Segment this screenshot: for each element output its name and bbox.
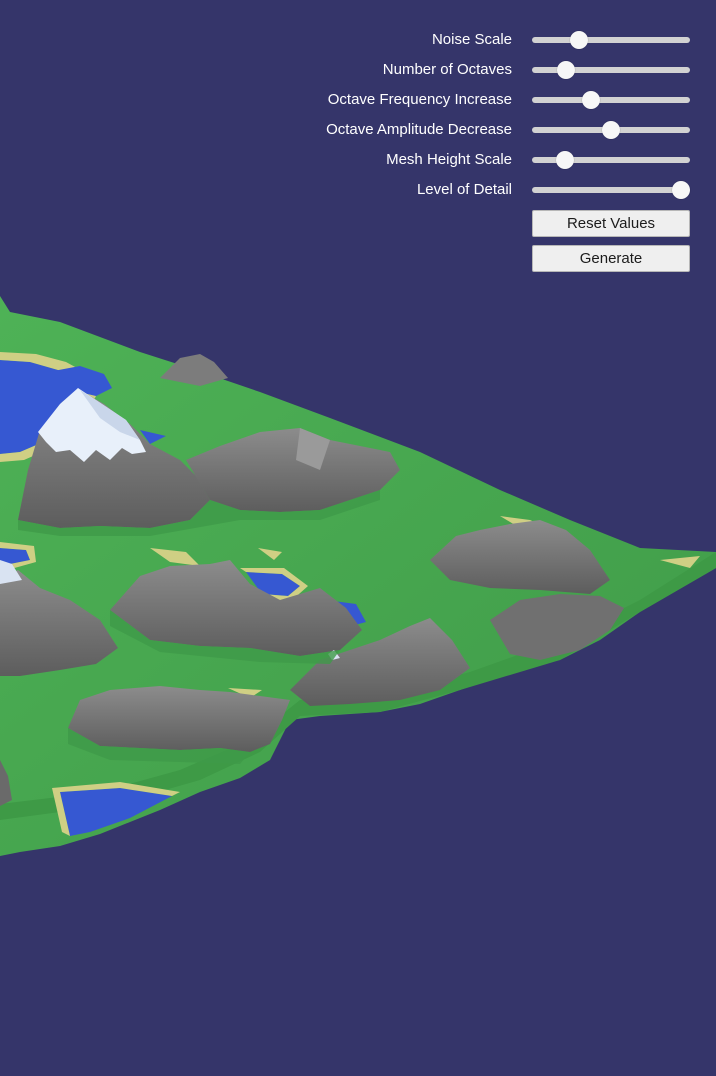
mountain — [68, 686, 290, 752]
slider-track — [532, 67, 690, 73]
level-of-detail-slider[interactable] — [532, 181, 690, 199]
terrain-settings-panel: Noise Scale Number of Octaves Octave Fre… — [300, 28, 700, 272]
slider-thumb[interactable] — [557, 61, 576, 79]
octave-amplitude-decrease-label: Octave Amplitude Decrease — [326, 121, 512, 138]
slider-thumb[interactable] — [582, 91, 601, 109]
slider-thumb[interactable] — [602, 121, 620, 139]
slider-row-noise-scale: Noise Scale — [300, 28, 700, 58]
noise-scale-slider[interactable] — [532, 31, 690, 49]
slider-thumb[interactable] — [569, 31, 588, 49]
level-of-detail-label: Level of Detail — [416, 181, 512, 198]
mesh-height-scale-slider[interactable] — [532, 151, 690, 169]
slider-row-octave-amplitude-decrease: Octave Amplitude Decrease — [300, 118, 700, 148]
number-of-octaves-slider[interactable] — [532, 61, 690, 79]
slider-track — [532, 97, 690, 103]
noise-scale-label: Noise Scale — [431, 31, 512, 48]
octave-amplitude-decrease-slider[interactable] — [532, 121, 690, 139]
slider-row-level-of-detail: Level of Detail — [300, 178, 700, 208]
slider-row-number-of-octaves: Number of Octaves — [300, 58, 700, 88]
generate-button[interactable]: Generate — [532, 245, 690, 272]
slider-thumb[interactable] — [555, 151, 574, 169]
octave-frequency-increase-label: Octave Frequency Increase — [327, 91, 512, 108]
slider-track — [532, 37, 690, 43]
octave-frequency-increase-slider[interactable] — [532, 91, 690, 109]
slider-track — [532, 187, 690, 193]
lake — [60, 788, 172, 836]
slider-row-octave-frequency-increase: Octave Frequency Increase — [300, 88, 700, 118]
reset-values-button[interactable]: Reset Values — [532, 210, 690, 237]
slider-row-mesh-height-scale: Mesh Height Scale — [300, 148, 700, 178]
number-of-octaves-label: Number of Octaves — [382, 61, 512, 78]
slider-thumb[interactable] — [672, 181, 690, 199]
mesh-height-scale-label: Mesh Height Scale — [386, 151, 512, 168]
